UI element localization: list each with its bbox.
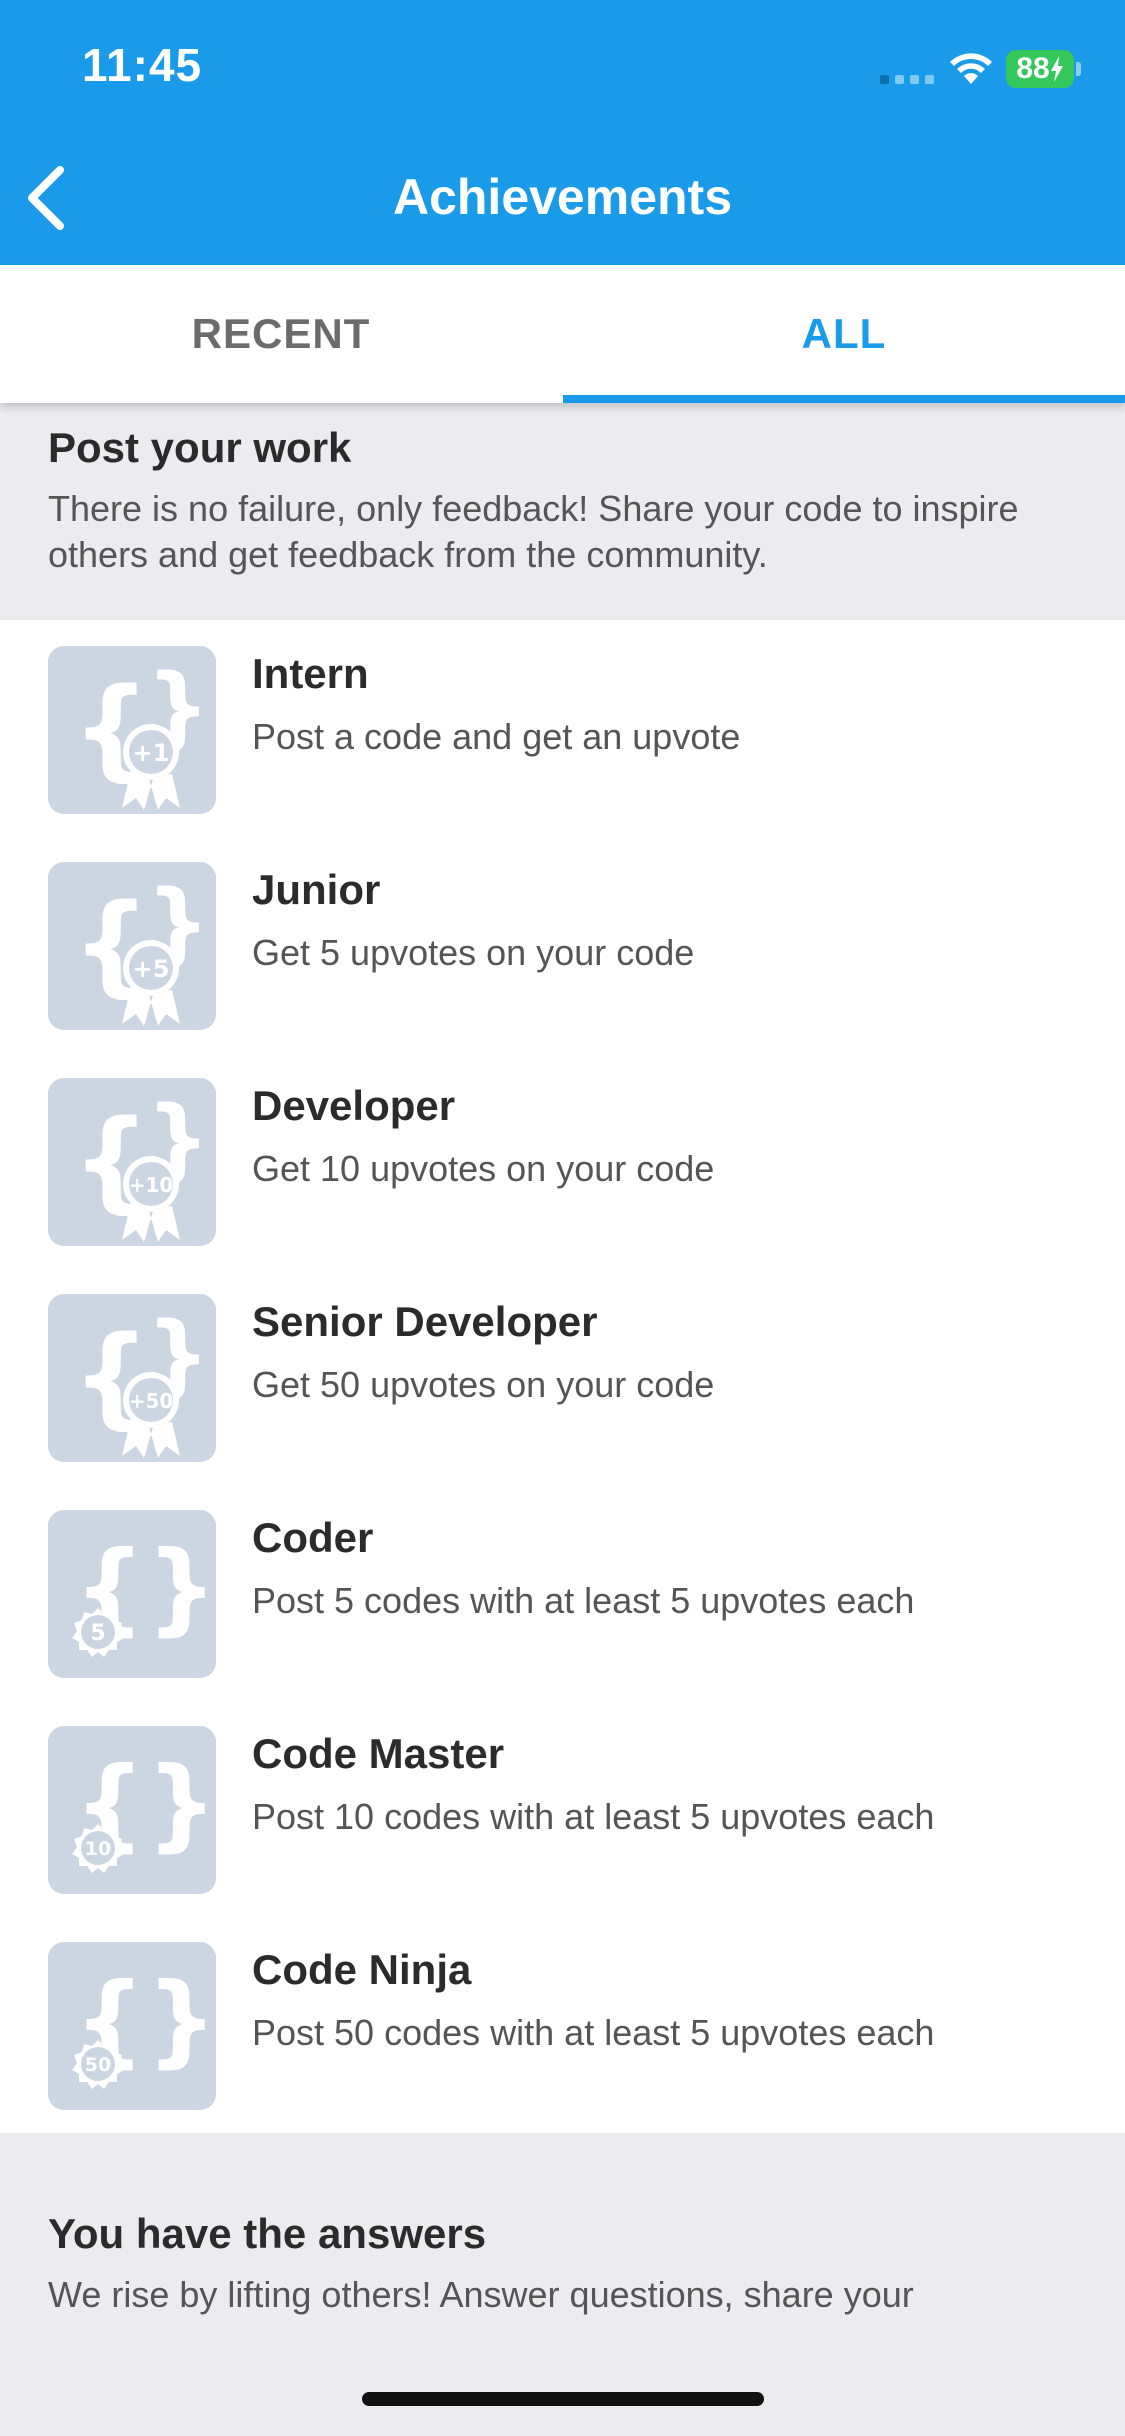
achievement-title: Developer — [252, 1082, 456, 1129]
achievement-title: Code Master — [252, 1730, 505, 1777]
battery-icon: 88 — [1006, 50, 1074, 88]
achievement-description: Get 10 upvotes on your code — [252, 1148, 715, 1189]
achievement-description: Post 5 codes with at least 5 upvotes eac… — [252, 1580, 915, 1621]
badge-label: +10 — [129, 1173, 174, 1197]
achievement-item[interactable]: { } 5 Coder Post 5 codes with at least 5… — [0, 1484, 1125, 1700]
code-ribbon-badge-icon: { } +50 — [48, 1294, 216, 1462]
section-description: There is no failure, only feedback! Shar… — [48, 488, 1019, 575]
section-title: Post your work — [48, 424, 352, 471]
achievement-item[interactable]: { } +10 Developer Get 10 upvotes on your… — [0, 1052, 1125, 1268]
tab-all[interactable]: ALL — [563, 265, 1125, 403]
code-seal-badge-icon: { } 50 — [48, 1942, 216, 2110]
achievement-title: Junior — [252, 866, 381, 913]
charging-bolt-icon — [1050, 56, 1063, 82]
achievement-description: Post 50 codes with at least 5 upvotes ea… — [252, 2012, 935, 2053]
home-indicator[interactable] — [362, 2392, 764, 2406]
achievement-item[interactable]: { } 10 Code Master Post 10 codes with at… — [0, 1700, 1125, 1916]
cellular-signal-icon — [880, 72, 936, 84]
code-seal-badge-icon: { } 10 — [48, 1726, 216, 1894]
badge-label: 5 — [90, 1621, 105, 1646]
achievement-description: Post a code and get an upvote — [252, 716, 741, 757]
badge-label: 50 — [85, 2054, 111, 2076]
badge-label: 10 — [85, 1838, 111, 1860]
badge-label: +50 — [129, 1389, 174, 1413]
badge-label: +1 — [133, 739, 170, 767]
code-seal-badge-icon: { } 5 — [48, 1510, 216, 1678]
section-title: You have the answers — [48, 2210, 487, 2257]
achievement-title: Senior Developer — [252, 1298, 598, 1345]
status-time: 11:45 — [82, 39, 203, 91]
achievement-description: Post 10 codes with at least 5 upvotes ea… — [252, 1796, 935, 1837]
achievement-item[interactable]: { } +50 Senior Developer Get 50 upvotes … — [0, 1268, 1125, 1484]
achievement-item[interactable]: { } +5 Junior Get 5 upvotes on your code — [0, 836, 1125, 1052]
achievement-list: { } +1 Intern Post a code and get an upv… — [0, 620, 1125, 2133]
achievement-title: Intern — [252, 650, 369, 697]
achievement-description: Get 50 upvotes on your code — [252, 1364, 715, 1405]
section-header-post-your-work: Post your work There is no failure, only… — [0, 424, 1125, 578]
section-description: We rise by lifting others! Answer questi… — [48, 2274, 914, 2315]
achievement-title: Coder — [252, 1514, 374, 1561]
battery-cap — [1076, 62, 1081, 76]
achievement-item[interactable]: { } +1 Intern Post a code and get an upv… — [0, 620, 1125, 836]
svg-text:}: } — [146, 1745, 216, 1862]
page-title: Achievements — [392, 169, 733, 225]
code-ribbon-badge-icon: { } +5 — [48, 862, 216, 1030]
svg-text:}: } — [146, 1961, 216, 2078]
code-ribbon-badge-icon: { } +10 — [48, 1078, 216, 1246]
wifi-icon — [950, 53, 992, 84]
tab-bar: RECENT ALL — [0, 265, 1125, 403]
section-header-you-have-the-answers: You have the answers We rise by lifting … — [0, 2210, 1125, 2318]
app-header: 11:45 88 Achievements — [0, 0, 1125, 265]
active-tab-indicator — [563, 395, 1125, 403]
achievement-item[interactable]: { } 50 Code Ninja Post 50 codes with at … — [0, 1916, 1125, 2132]
battery-level: 88 — [1016, 52, 1050, 85]
achievement-description: Get 5 upvotes on your code — [252, 932, 695, 973]
code-ribbon-badge-icon: { } +1 — [48, 646, 216, 814]
tab-recent[interactable]: RECENT — [0, 265, 562, 403]
svg-text:}: } — [146, 1529, 216, 1646]
badge-label: +5 — [133, 955, 170, 983]
achievement-title: Code Ninja — [252, 1946, 472, 1993]
